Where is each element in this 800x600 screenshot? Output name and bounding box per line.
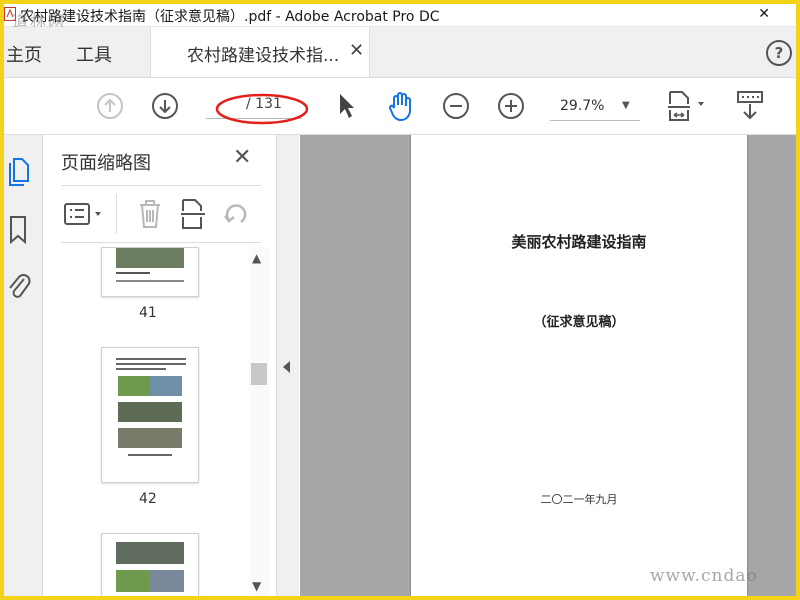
insert-page-icon[interactable] (179, 198, 207, 230)
window-close-button[interactable]: ✕ (758, 6, 770, 22)
thumbnail-photo (118, 376, 150, 396)
left-rail (4, 135, 43, 596)
thumbnail-scrollbar[interactable]: ▲ ▼ (249, 247, 269, 596)
document-date: 二〇二一年九月 (540, 493, 618, 506)
thumbnail-text-line (116, 280, 184, 282)
tab-tools[interactable]: 工具 (76, 41, 112, 67)
title-bar: 农村路建设技术指南（征求意见稿）.pdf - Adobe Acrobat Pro… (4, 4, 796, 27)
toolbar-divider (116, 194, 117, 234)
thumbnail-photo (116, 570, 150, 592)
zoom-in-icon[interactable] (497, 92, 525, 120)
zoom-out-icon[interactable] (442, 92, 470, 120)
thumbnail-photo (118, 402, 182, 422)
thumbnail-page-41[interactable] (101, 247, 199, 297)
document-tab-label: 农村路建设技术指... (187, 46, 340, 66)
tab-home[interactable]: 主页 (6, 41, 42, 67)
page-down-icon[interactable] (151, 92, 179, 120)
page-thumbnails-panel: 页面缩略图 ✕ 41 42 ▲ ▼ (43, 135, 277, 596)
thumbnail-photo (118, 428, 182, 448)
thumbnail-text-line (116, 363, 186, 365)
window-title: 农村路建设技术指南（征求意见稿）.pdf - Adobe Acrobat Pro… (20, 9, 440, 25)
thumbnail-page-42[interactable] (101, 347, 199, 483)
thumbnail-options-icon[interactable] (63, 200, 107, 228)
document-title: 美丽农村路建设指南 (511, 233, 647, 251)
thumbnail-photo (150, 376, 182, 396)
rotate-page-icon[interactable] (221, 198, 251, 228)
page-up-icon[interactable] (96, 92, 124, 120)
thumbnail-text-line (128, 454, 172, 456)
document-page: 美丽农村路建设指南 （征求意见稿） 二〇二一年九月 (410, 135, 748, 596)
page-thumbnails-icon[interactable] (6, 155, 30, 187)
tab-document[interactable]: 农村路建设技术指... ✕ (150, 27, 370, 77)
scroll-mode-icon[interactable] (736, 90, 764, 122)
tab-bar: 主页 工具 农村路建设技术指... ✕ ? (4, 27, 796, 78)
watermark-bottom-right: www.cndao (650, 566, 758, 586)
chevron-down-icon: ▼ (622, 100, 630, 111)
panel-toolbar (61, 185, 261, 243)
thumbnail-photo (116, 248, 184, 268)
thumbnail-label: 41 (139, 305, 157, 321)
panel-close-button[interactable]: ✕ (233, 145, 251, 170)
scroll-up-icon[interactable]: ▲ (252, 251, 261, 265)
collapse-left-icon[interactable] (283, 361, 290, 373)
document-view[interactable]: 美丽农村路建设指南 （征求意见稿） 二〇二一年九月 (300, 135, 796, 596)
thumbnail-text-line (116, 358, 186, 360)
thumbnail-label: 42 (139, 491, 157, 507)
select-arrow-icon[interactable] (336, 92, 356, 120)
thumbnail-photo (150, 570, 184, 592)
red-highlight-ellipse (215, 93, 309, 125)
thumbnail-photo (116, 542, 184, 564)
trash-icon[interactable] (137, 198, 163, 230)
help-icon[interactable]: ? (766, 40, 792, 66)
acrobat-window: 农村路建设技术指南（征求意见稿）.pdf - Adobe Acrobat Pro… (4, 4, 796, 596)
zoom-level-dropdown[interactable]: 29.7% ▼ (550, 94, 640, 121)
thumbnail-text-line (116, 368, 166, 370)
thumbnail-text-line (116, 272, 150, 274)
main-toolbar: / 131 29.7% ▼ (4, 78, 796, 135)
panel-collapse-strip[interactable] (277, 135, 299, 596)
document-tab-close-button[interactable]: ✕ (349, 40, 364, 61)
zoom-level-value: 29.7% (560, 98, 605, 114)
thumbnail-page-43[interactable] (101, 533, 199, 596)
fit-page-icon[interactable] (666, 90, 710, 122)
bookmark-icon[interactable] (8, 215, 28, 245)
document-subtitle: （征求意见稿） (533, 315, 625, 330)
scroll-down-icon[interactable]: ▼ (252, 579, 261, 593)
paperclip-icon[interactable] (6, 271, 32, 301)
panel-title: 页面缩略图 (61, 153, 151, 174)
scrollbar-thumb[interactable] (251, 363, 267, 385)
hand-tool-icon[interactable] (386, 90, 416, 122)
